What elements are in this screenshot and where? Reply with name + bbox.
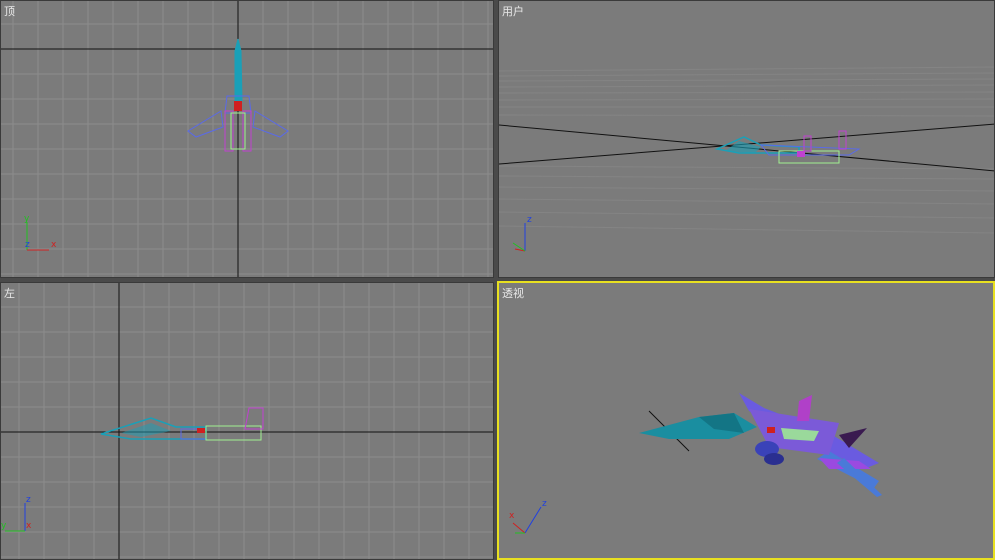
viewport-label-perspective[interactable]: 透视 (502, 285, 524, 301)
viewport-label-top[interactable]: 顶 (4, 3, 15, 19)
axis-label-z: z (26, 495, 31, 505)
axis-tripod-icon: z x (509, 499, 547, 534)
axis-tripod-icon: z (512, 215, 532, 252)
jet-perspective-view (639, 393, 882, 497)
viewport-top[interactable]: 顶 y x z (0, 0, 494, 278)
grid-top (1, 1, 493, 277)
viewport-left[interactable]: 左 z y x (0, 282, 494, 560)
axis-label-z: z (542, 499, 547, 509)
axis-label-z: z (527, 215, 532, 225)
viewport-label-user[interactable]: 用户 (502, 3, 524, 19)
axis-tripod-icon: y x z (24, 214, 57, 251)
axis-label-y: y (1, 521, 7, 531)
axis-label-x: x (51, 240, 57, 250)
viewport-label-left[interactable]: 左 (4, 285, 15, 301)
axis-label-y: y (24, 214, 30, 224)
grid-left (1, 283, 493, 559)
axis-label-x: x (509, 511, 515, 521)
jet-left-view (100, 407, 264, 441)
axis-tripod-icon: z y x (1, 495, 32, 532)
axis-label-z: z (25, 240, 30, 250)
viewport-user[interactable]: 用户 z (498, 0, 995, 278)
axis-label-x: x (26, 521, 32, 531)
viewport-perspective[interactable]: 透视 z x (497, 281, 995, 560)
grid-user (499, 66, 994, 234)
jet-user-view (714, 130, 861, 164)
jet-perspective-canvas (639, 393, 882, 497)
